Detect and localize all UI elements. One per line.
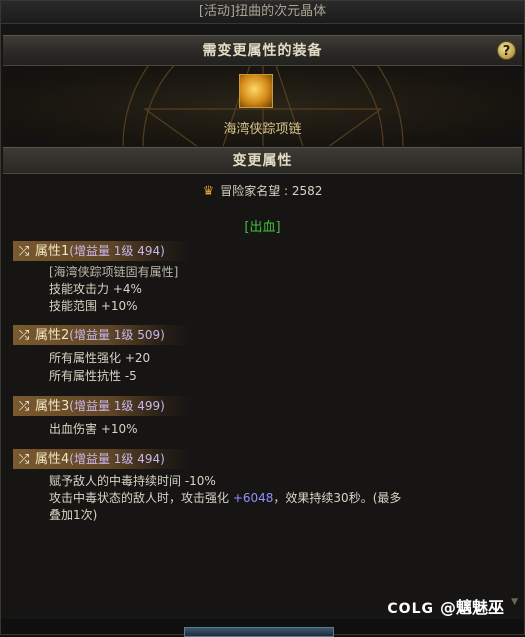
shuffle-icon: ⤮ [18, 399, 30, 414]
attribute-4-line-1: 赋予敌人的中毒持续时间 -10% [49, 474, 216, 488]
attribute-2-line-2: 所有属性抗性 -5 [49, 369, 137, 383]
equipment-name: 海湾侠踪项链 [223, 122, 302, 137]
golden-necklace-icon[interactable] [239, 74, 273, 108]
attribute-1-level: (增益量 1级 494) [69, 244, 165, 258]
attribute-panel: ♛ 冒险家名望 : 2582 [出血] ⤮ 属性1(增益量 1级 494) [海湾侠… [3, 174, 522, 619]
help-button[interactable]: ? [497, 41, 516, 60]
watermark: COLG @魑魅巫 [387, 598, 504, 617]
attribute-3-line-1: 出血伤害 +10% [49, 422, 138, 436]
reputation-label: 冒险家名望 : 2582 [220, 184, 323, 198]
scroll-down-icon[interactable]: ▼ [511, 597, 518, 607]
crest-icon: ♛ [202, 184, 215, 199]
shuffle-icon: ⤮ [18, 328, 30, 343]
attribute-1-line-3: 技能范围 +10% [49, 299, 138, 313]
equipment-slot-area: 海湾侠踪项链 [3, 66, 522, 146]
attribute-1-name: 属性1 [35, 244, 70, 259]
shuffle-icon: ⤮ [18, 452, 30, 467]
attribute-4-header[interactable]: ⤮ 属性4(增益量 1级 494) [13, 449, 191, 469]
attribute-2-header[interactable]: ⤮ 属性2(增益量 1级 509) [13, 325, 191, 345]
attribute-2-line-1: 所有属性强化 +20 [49, 351, 151, 365]
attack-boost-value: +6048 [232, 491, 274, 505]
footer-bar [1, 619, 524, 637]
reputation-row: ♛ 冒险家名望 : 2582 [3, 182, 522, 199]
attribute-3-level: (增益量 1级 499) [69, 399, 165, 413]
attribute-4-level: (增益量 1级 494) [69, 452, 165, 466]
attribute-1-line-1: [海湾侠踪项链固有属性] [49, 265, 179, 279]
attribute-1-header[interactable]: ⤮ 属性1(增益量 1级 494) [13, 241, 191, 261]
attribute-3-name: 属性3 [35, 399, 70, 414]
footer-tab[interactable] [184, 627, 334, 637]
dialog-window: [活动]扭曲的次元晶体 需变更属性的装备 ? 海湾侠踪项链 变更属性 ♛ 冒险家名… [0, 0, 525, 637]
shuffle-icon: ⤮ [18, 244, 30, 259]
attribute-2-name: 属性2 [35, 328, 70, 343]
attribute-4-line-3: 叠加1次) [49, 508, 98, 522]
attribute-4-name: 属性4 [35, 452, 70, 467]
window-title: [活动]扭曲的次元晶体 [1, 1, 524, 24]
attribute-2-level: (增益量 1级 509) [69, 328, 165, 342]
attribute-4-line-2: 攻击中毒状态的敌人时，攻击强化 +6048，效果持续30秒。(最多 [49, 491, 402, 505]
section-title-change-attributes: 变更属性 [3, 147, 522, 174]
bleed-tag: [出血] [244, 220, 281, 235]
attribute-1-line-2: 技能攻击力 +4% [49, 282, 142, 296]
attribute-3-header[interactable]: ⤮ 属性3(增益量 1级 499) [13, 396, 191, 416]
section-header-equipment: 需变更属性的装备 ? [3, 35, 522, 66]
section-title-equipment: 需变更属性的装备 [202, 43, 323, 59]
